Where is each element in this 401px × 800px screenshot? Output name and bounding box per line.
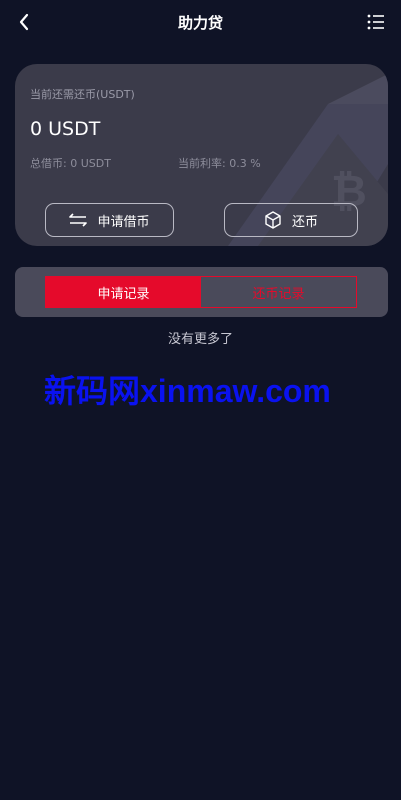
records-tab-panel: 申请记录 还币记录 <box>15 267 388 317</box>
records-tabs: 申请记录 还币记录 <box>45 276 357 308</box>
balance-card: ₿ 当前还需还币(USDT) 0 USDT 总借币: 0 USDT 当前利率: … <box>15 64 388 246</box>
swap-icon <box>69 213 88 227</box>
repay-label: 还币 <box>291 214 318 230</box>
remaining-label: 当前还需还币(USDT) <box>30 88 135 101</box>
menu-button[interactable] <box>365 11 387 33</box>
cube-icon <box>265 211 281 229</box>
tab-repay-records[interactable]: 还币记录 <box>201 277 356 307</box>
app-root: 助力贷 ₿ 当前还需还币(USDT) 0 USDT 总借币: 0 USDT 当前… <box>0 0 401 800</box>
apply-borrow-button[interactable]: 申请借币 <box>45 203 174 237</box>
tab-apply-records[interactable]: 申请记录 <box>46 277 201 307</box>
no-more-text: 没有更多了 <box>167 332 233 347</box>
current-rate: 当前利率: 0.3 % <box>178 157 261 170</box>
watermark-text: 新码网xinmaw.com <box>44 373 331 409</box>
apply-borrow-label: 申请借币 <box>97 214 150 230</box>
repay-button[interactable]: 还币 <box>224 203 358 237</box>
total-borrowed: 总借币: 0 USDT <box>30 157 111 170</box>
header: 助力贷 <box>0 0 401 44</box>
page-title: 助力贷 <box>177 14 223 32</box>
remaining-amount: 0 USDT <box>30 118 101 140</box>
list-icon <box>367 14 384 30</box>
